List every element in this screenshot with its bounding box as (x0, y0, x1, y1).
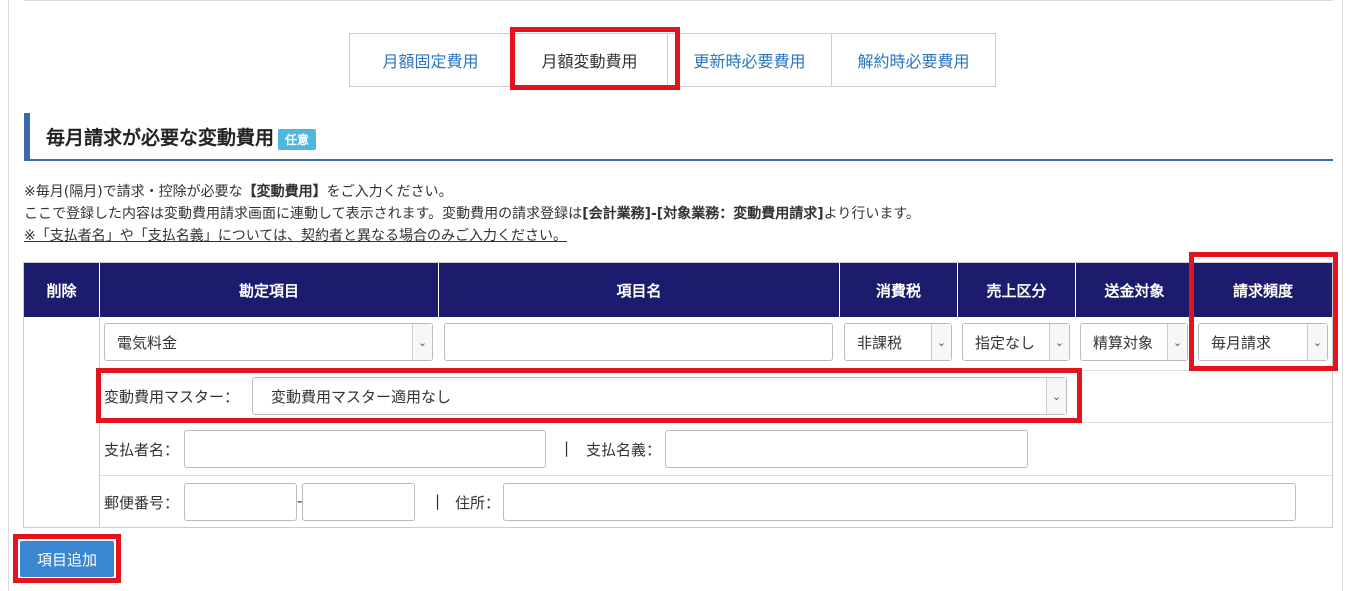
note-bold: [会計業務]-[対象業務：変動費用請求] (582, 206, 824, 222)
header-item-name: 項目名 (439, 263, 840, 317)
remit-target-value: 精算対象 (1093, 333, 1154, 352)
header-remit-target: 送金対象 (1076, 263, 1194, 317)
master-label: 変動費用マスター： (104, 388, 240, 406)
note-line-1: ※毎月(隔月)で請求・控除が必要な【変動費用】をご入力ください。 (24, 181, 920, 203)
cost-tabs: 月額固定費用 月額変動費用 更新時必要費用 解約時必要費用 (349, 33, 996, 87)
header-account-item: 勘定項目 (100, 263, 439, 317)
note-text: ここで登録した内容は変動費用請求画面に連動して表示されます。変動費用の請求登録は (24, 206, 583, 222)
chevron-down-icon: ⌄ (1307, 324, 1327, 360)
master-value: 変動費用マスター適用なし (271, 387, 452, 406)
chevron-down-icon: ⌄ (1049, 324, 1069, 360)
billing-frequency-value: 毎月請求 (1211, 333, 1272, 352)
remit-target-select[interactable]: 精算対象 ⌄ (1080, 323, 1188, 361)
note-text: ※毎月(隔月)で請求・控除が必要な (24, 184, 243, 200)
payer-label: 支払者名： (104, 441, 180, 459)
top-divider (24, 0, 1333, 1)
tab-monthly-fixed[interactable]: 月額固定費用 (349, 33, 512, 87)
chevron-down-icon: ⌄ (1167, 324, 1187, 360)
row-divider (100, 475, 1332, 476)
address-input[interactable] (503, 483, 1296, 521)
note-line-2: ここで登録した内容は変動費用請求画面に連動して表示されます。変動費用の請求登録は… (24, 203, 920, 225)
separator: | (435, 492, 441, 510)
sales-category-value: 指定なし (975, 333, 1036, 352)
header-sales-category: 売上区分 (958, 263, 1076, 317)
separator: | (564, 439, 570, 457)
tax-value: 非課税 (857, 333, 903, 352)
tab-renewal-cost[interactable]: 更新時必要費用 (667, 33, 832, 87)
billing-frequency-select[interactable]: 毎月請求 ⌄ (1198, 323, 1328, 361)
account-item-value: 電気料金 (117, 333, 178, 352)
zip-second-input[interactable] (302, 483, 415, 521)
item-name-input[interactable] (444, 323, 833, 361)
note-line-3: ※「支払者名」や「支払名義」については、契約者と異なる場合のみご入力ください。 (24, 228, 568, 244)
payer-title-input[interactable] (665, 430, 1028, 468)
header-billing-frequency: 請求頻度 (1232, 281, 1293, 300)
payer-name-input[interactable] (184, 430, 546, 468)
tab-cancellation-cost[interactable]: 解約時必要費用 (831, 33, 996, 87)
row-divider (100, 422, 1332, 423)
sales-category-select[interactable]: 指定なし ⌄ (962, 323, 1070, 361)
note-text: より行います。 (823, 206, 920, 222)
optional-badge: 任意 (278, 128, 317, 150)
header-tax: 消費税 (840, 263, 958, 317)
chevron-down-icon: ⌄ (1046, 378, 1066, 414)
header-delete: 削除 (24, 263, 100, 317)
add-item-button[interactable]: 項目追加 (20, 541, 114, 577)
section-title: 毎月請求が必要な変動費用 (46, 126, 275, 149)
payer-title-label: 支払名義： (586, 441, 662, 459)
note-bold: 【変動費用】 (242, 184, 327, 200)
chevron-down-icon: ⌄ (412, 324, 432, 360)
row-divider (100, 370, 1332, 371)
tab-monthly-variable[interactable]: 月額変動費用 (511, 33, 668, 87)
table-header: 削除 勘定項目 項目名 消費税 売上区分 送金対象 請求頻度 (24, 263, 1332, 317)
zip-label: 郵便番号： (104, 494, 180, 512)
master-select[interactable]: 変動費用マスター適用なし ⌄ (252, 377, 1067, 415)
address-label: 住所： (455, 494, 501, 512)
zip-first-input[interactable] (184, 483, 297, 521)
chevron-down-icon: ⌄ (931, 324, 951, 360)
account-item-select[interactable]: 電気料金 ⌄ (104, 323, 433, 361)
delete-cell (24, 317, 100, 527)
note-text: をご入力ください。 (326, 184, 453, 200)
instructions: ※毎月(隔月)で請求・控除が必要な【変動費用】をご入力ください。 ここで登録した… (24, 181, 920, 247)
tax-select[interactable]: 非課税 ⌄ (844, 323, 952, 361)
section-heading: 毎月請求が必要な変動費用 任意 (24, 113, 1333, 161)
